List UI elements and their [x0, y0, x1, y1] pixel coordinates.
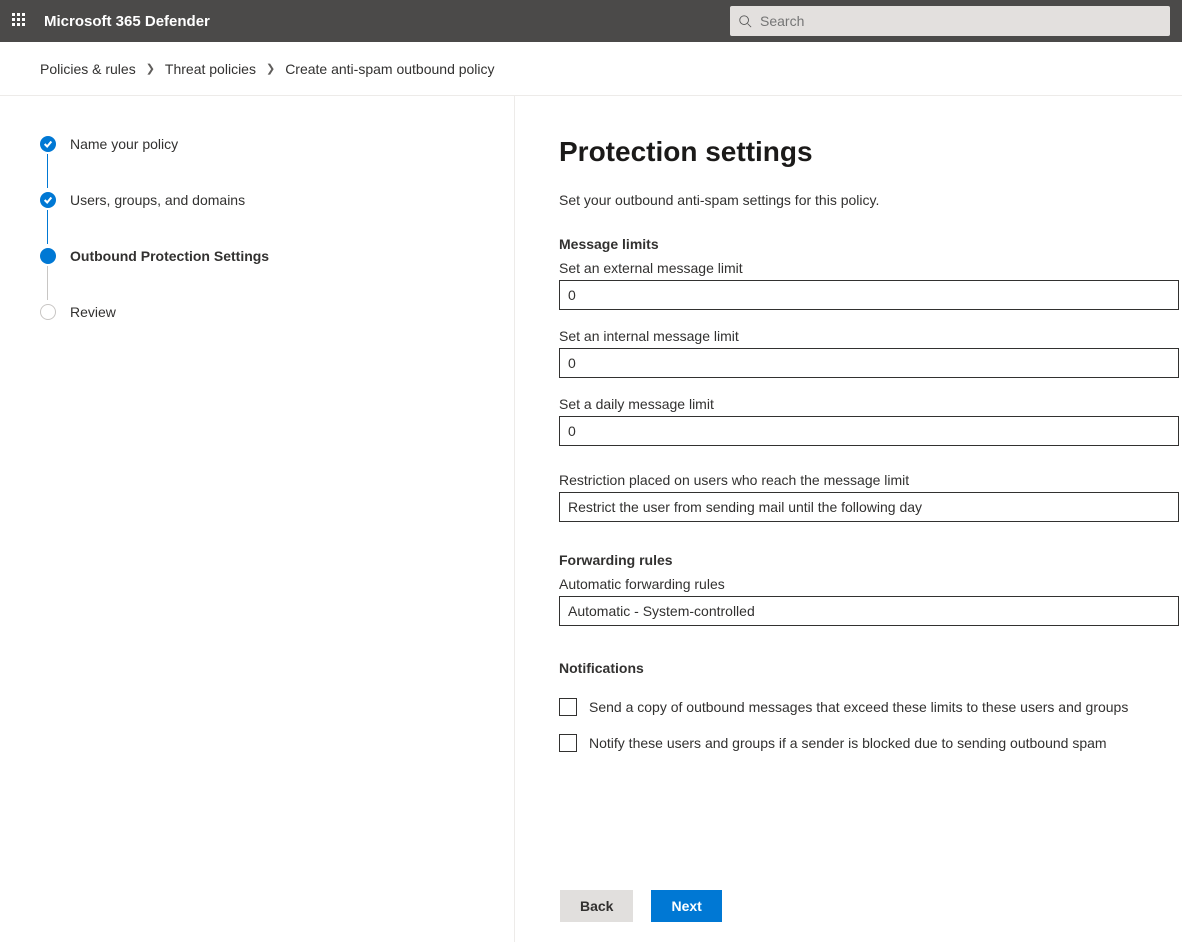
- breadcrumb-item-threat[interactable]: Threat policies: [165, 61, 256, 77]
- main-panel: Protection settings Set your outbound an…: [515, 96, 1182, 942]
- select-auto-forwarding-value: Automatic - System-controlled: [568, 603, 755, 619]
- chevron-right-icon: ❯: [146, 62, 155, 75]
- wizard-footer: Back Next: [560, 890, 722, 936]
- step-review[interactable]: Review: [40, 304, 514, 320]
- todo-step-icon: [40, 304, 56, 320]
- input-internal-limit[interactable]: [559, 348, 1179, 378]
- checkbox-send-copy-label: Send a copy of outbound messages that ex…: [589, 699, 1128, 715]
- checkbox-row-notify-blocked: Notify these users and groups if a sende…: [559, 734, 1182, 752]
- select-restriction[interactable]: Restrict the user from sending mail unti…: [559, 492, 1179, 522]
- chevron-right-icon: ❯: [266, 62, 275, 75]
- search-icon: [738, 14, 752, 28]
- checkmark-icon: [40, 192, 56, 208]
- label-external-limit: Set an external message limit: [559, 260, 1182, 276]
- next-button[interactable]: Next: [651, 890, 721, 922]
- label-restriction: Restriction placed on users who reach th…: [559, 472, 1182, 488]
- wizard-stepper: Name your policy Users, groups, and doma…: [0, 96, 515, 942]
- app-launcher-icon[interactable]: [12, 13, 28, 29]
- checkbox-notify-blocked-label: Notify these users and groups if a sende…: [589, 735, 1107, 751]
- step-label: Outbound Protection Settings: [70, 248, 269, 264]
- step-outbound-protection[interactable]: Outbound Protection Settings: [40, 248, 514, 264]
- breadcrumb-item-create[interactable]: Create anti-spam outbound policy: [285, 61, 494, 77]
- label-internal-limit: Set an internal message limit: [559, 328, 1182, 344]
- step-label: Users, groups, and domains: [70, 192, 245, 208]
- breadcrumb-item-policies[interactable]: Policies & rules: [40, 61, 136, 77]
- checkbox-row-send-copy: Send a copy of outbound messages that ex…: [559, 698, 1182, 716]
- step-label: Review: [70, 304, 116, 320]
- checkmark-icon: [40, 136, 56, 152]
- back-button[interactable]: Back: [560, 890, 633, 922]
- search-input[interactable]: [760, 13, 1162, 29]
- label-auto-forwarding: Automatic forwarding rules: [559, 576, 1182, 592]
- select-auto-forwarding[interactable]: Automatic - System-controlled: [559, 596, 1179, 626]
- step-name-policy[interactable]: Name your policy: [40, 136, 514, 152]
- section-notifications: Notifications: [559, 660, 1182, 676]
- step-label: Name your policy: [70, 136, 178, 152]
- current-step-icon: [40, 248, 56, 264]
- select-restriction-value: Restrict the user from sending mail unti…: [568, 499, 922, 515]
- top-bar: Microsoft 365 Defender: [0, 0, 1182, 42]
- breadcrumb: Policies & rules ❯ Threat policies ❯ Cre…: [0, 42, 1182, 96]
- section-message-limits: Message limits: [559, 236, 1182, 252]
- page-title: Protection settings: [559, 136, 1182, 168]
- input-external-limit[interactable]: [559, 280, 1179, 310]
- page-subtitle: Set your outbound anti-spam settings for…: [559, 192, 1182, 208]
- section-forwarding-rules: Forwarding rules: [559, 552, 1182, 568]
- checkbox-notify-blocked[interactable]: [559, 734, 577, 752]
- step-users-groups-domains[interactable]: Users, groups, and domains: [40, 192, 514, 208]
- label-daily-limit: Set a daily message limit: [559, 396, 1182, 412]
- input-daily-limit[interactable]: [559, 416, 1179, 446]
- search-box[interactable]: [730, 6, 1170, 36]
- app-title: Microsoft 365 Defender: [44, 13, 210, 30]
- checkbox-send-copy[interactable]: [559, 698, 577, 716]
